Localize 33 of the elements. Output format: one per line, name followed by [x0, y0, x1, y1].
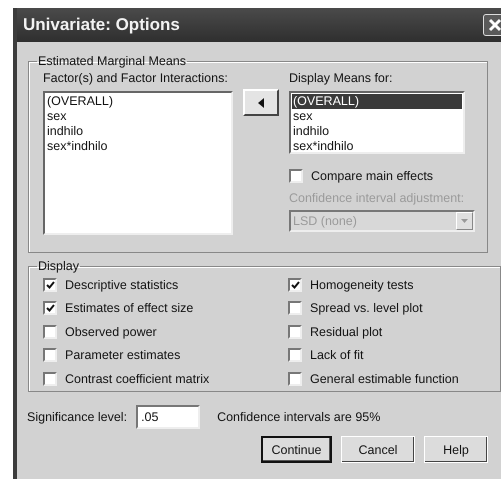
list-item[interactable]: (OVERALL): [46, 94, 230, 109]
checkbox-label: General estimable function: [310, 370, 459, 387]
display-means-list[interactable]: (OVERALL) sex indhilo sex*indhilo: [289, 91, 465, 154]
list-item[interactable]: sex*indhilo: [292, 139, 462, 154]
dialog-button[interactable]: Cancel: [341, 436, 415, 463]
list-item[interactable]: indhilo: [292, 124, 462, 139]
checkbox-label: Estimates of effect size: [65, 300, 194, 316]
list-item[interactable]: sex*indhilo: [46, 139, 230, 154]
list-item[interactable]: sex: [292, 109, 462, 124]
list-label: Display Means for:: [289, 70, 394, 86]
list-item[interactable]: (OVERALL): [292, 94, 462, 109]
list-label: Factor(s) and Factor Interactions:: [43, 70, 229, 86]
checkbox-label: Compare main effects: [311, 168, 434, 184]
checkbox-label: Contrast coefficient matrix: [65, 370, 210, 387]
checkbox-label: Lack of fit: [310, 347, 364, 364]
window-title: Univariate: Options: [23, 15, 180, 35]
checkbox-label: Observed power: [65, 324, 157, 340]
group-title: Estimated Marginal Means: [37, 54, 187, 68]
checkbox-label: Spread vs. level plot: [310, 300, 423, 316]
confidence-note: Confidence intervals are 95%: [217, 409, 380, 425]
factor-list[interactable]: (OVERALL) sex indhilo sex*indhilo: [43, 91, 233, 235]
checkbox-label: Parameter estimates: [65, 347, 180, 364]
significance-field[interactable]: .05: [136, 405, 200, 429]
list-item[interactable]: indhilo: [46, 124, 230, 139]
field-label: Confidence interval adjustment:: [289, 190, 466, 206]
checkbox-label: Descriptive statistics: [65, 276, 178, 293]
field-label: Significance level:: [27, 409, 128, 425]
checkbox-label: Residual plot: [310, 324, 382, 340]
checkbox-label: Homogeneity tests: [310, 276, 414, 293]
group-title: Display: [37, 259, 80, 273]
dialog-button[interactable]: Continue: [261, 436, 332, 463]
dialog-button[interactable]: Help: [424, 436, 488, 463]
list-item[interactable]: sex: [46, 109, 230, 124]
